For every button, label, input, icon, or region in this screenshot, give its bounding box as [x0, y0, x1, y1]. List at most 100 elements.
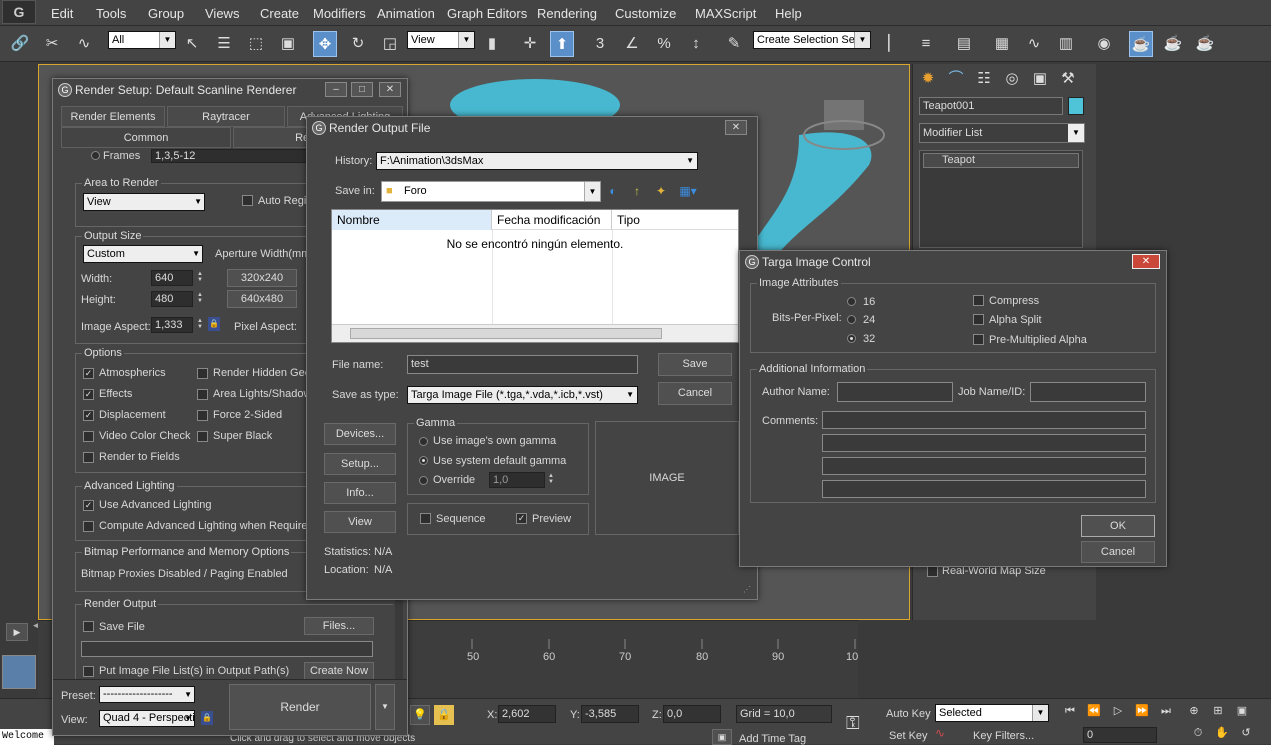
menu-modifiers[interactable]: Modifiers	[313, 6, 366, 21]
go-to-start-icon[interactable]: ⏮	[1058, 701, 1082, 721]
job-name-field[interactable]	[1030, 382, 1146, 402]
layer-manager-icon[interactable]: ▤	[952, 31, 976, 57]
current-frame[interactable]: 0	[1083, 727, 1157, 743]
width-field[interactable]: 640	[151, 270, 193, 286]
option-checkbox[interactable]	[83, 452, 94, 463]
reference-coordinate-system[interactable]: View ▼	[407, 31, 475, 49]
use-advanced-lighting-checkbox[interactable]: ✓	[83, 500, 94, 511]
object-color-swatch[interactable]	[1068, 97, 1084, 115]
set-key-button[interactable]: Set Key	[889, 730, 928, 742]
time-tag-icon[interactable]: ▣	[712, 729, 732, 745]
cancel-button[interactable]: Cancel	[1081, 541, 1155, 563]
z-coordinate[interactable]: 0,0	[663, 705, 721, 723]
put-image-list-checkbox[interactable]	[83, 666, 94, 677]
option-checkbox[interactable]: ✓	[83, 410, 94, 421]
schematic-view-icon[interactable]: ▥	[1054, 31, 1078, 57]
zoom-all-icon[interactable]: ⊞	[1206, 701, 1230, 721]
named-selection-sets[interactable]: Create Selection Se ▼	[753, 31, 871, 49]
frames-radio[interactable]	[91, 151, 100, 160]
create-tab-icon[interactable]: ✹	[916, 66, 940, 92]
option-checkbox[interactable]: ✓	[83, 368, 94, 379]
key-filters-button[interactable]: Key Filters...	[973, 730, 1034, 742]
material-editor-icon[interactable]: ◉	[1092, 31, 1116, 57]
pan-icon[interactable]: ✋	[1210, 723, 1234, 743]
maximize-icon[interactable]: □	[351, 82, 373, 97]
object-name-field[interactable]: Teapot001	[919, 97, 1063, 115]
mirror-icon[interactable]: ▏	[882, 31, 906, 57]
menu-group[interactable]: Group	[148, 6, 184, 21]
devices-button[interactable]: Devices...	[324, 423, 396, 445]
manipulate-icon[interactable]: ✛	[518, 31, 542, 57]
auto-key-button[interactable]: Auto Key	[886, 708, 931, 720]
orbit-icon[interactable]: ↺	[1234, 723, 1258, 743]
hierarchy-tab-icon[interactable]: ☷	[972, 66, 996, 92]
tab-render-elements[interactable]: Render Elements	[61, 106, 165, 127]
menu-help[interactable]: Help	[775, 6, 802, 21]
previous-frame-icon[interactable]: ⏪	[1082, 701, 1106, 721]
utilities-tab-icon[interactable]: ⚒	[1056, 66, 1080, 92]
next-frame-icon[interactable]: ⏩	[1130, 701, 1154, 721]
snaps-toggle-icon[interactable]: 3	[588, 31, 612, 57]
override-gamma-spinner[interactable]: ▲ ▼	[546, 473, 556, 485]
resize-grip-icon[interactable]: ⋰	[743, 585, 751, 594]
display-tab-icon[interactable]: ▣	[1028, 66, 1052, 92]
play-icon[interactable]: ▷	[1106, 701, 1130, 721]
override-gamma-radio[interactable]	[419, 476, 428, 485]
pivot-center-icon[interactable]: ▮	[480, 31, 504, 57]
preset-320x240-button[interactable]: 320x240	[227, 269, 297, 287]
create-now-button[interactable]: Create Now	[304, 662, 374, 680]
view-menu-icon[interactable]: ▦▾	[675, 181, 701, 201]
tab-raytracer[interactable]: Raytracer	[167, 106, 285, 127]
targa-titlebar[interactable]: G Targa Image Control ✕	[740, 251, 1166, 273]
save-file-checkbox[interactable]	[83, 621, 94, 632]
output-path-field[interactable]	[81, 641, 373, 657]
view-button[interactable]: View	[324, 511, 396, 533]
preview-checkbox[interactable]: ✓	[516, 513, 527, 524]
save-as-type-combo[interactable]: Targa Image File (*.tga,*.vda,*.icb,*.vs…	[407, 386, 638, 404]
selection-lock-icon[interactable]: 🔒	[434, 705, 454, 725]
column-fecha[interactable]: Fecha modificación	[492, 210, 612, 230]
render-hidden-checkbox[interactable]	[197, 368, 208, 379]
width-spinner[interactable]: ▲ ▼	[195, 271, 205, 283]
maxscript-mini-listener[interactable]: Welcome	[0, 729, 54, 745]
select-by-name-icon[interactable]: ☰	[212, 31, 236, 57]
menu-graph-editors[interactable]: Graph Editors	[447, 6, 527, 21]
keyboard-shortcut-icon[interactable]: ⬆	[550, 31, 574, 57]
aspect-lock-icon[interactable]: 🔒	[208, 317, 220, 331]
override-gamma-field[interactable]: 1,0	[489, 472, 545, 488]
menu-rendering[interactable]: Rendering	[537, 6, 597, 21]
save-button[interactable]: Save	[658, 353, 732, 376]
image-aspect-spinner[interactable]: ▲ ▼	[195, 318, 205, 330]
system-gamma-radio[interactable]	[419, 456, 428, 465]
menu-create[interactable]: Create	[260, 6, 299, 21]
key-icon[interactable]: ⚿	[846, 713, 860, 734]
render-setup-titlebar[interactable]: G Render Setup: Default Scanline Rendere…	[53, 79, 407, 101]
preset-combo[interactable]: ------------------- ▼	[99, 686, 195, 703]
menu-animation[interactable]: Animation	[377, 6, 435, 21]
minimize-icon[interactable]: –	[325, 82, 347, 97]
go-to-end-icon[interactable]: ⏭	[1154, 701, 1178, 721]
image-aspect-field[interactable]: 1,333	[151, 317, 193, 333]
rendered-frame-window-icon[interactable]: ☕	[1161, 31, 1185, 57]
save-in-combo[interactable]: ■ Foro ▼	[381, 181, 601, 202]
view-lock-icon[interactable]: 🔒	[201, 711, 213, 725]
menu-maxscript[interactable]: MAXScript	[695, 6, 756, 21]
comment-line-field[interactable]	[822, 480, 1146, 498]
add-time-tag[interactable]: Add Time Tag	[739, 733, 806, 745]
render-dropdown-icon[interactable]: ▼	[375, 684, 395, 730]
option-checkbox[interactable]	[83, 431, 94, 442]
super-black-checkbox[interactable]	[197, 431, 208, 442]
render-setup-icon[interactable]: ☕	[1129, 31, 1153, 57]
author-name-field[interactable]	[837, 382, 953, 402]
close-icon[interactable]: ✕	[725, 120, 747, 135]
isolate-icon[interactable]: 💡	[410, 705, 430, 725]
comment-line-field[interactable]	[822, 411, 1146, 429]
area-lights-checkbox[interactable]	[197, 389, 208, 400]
premultiplied-alpha-checkbox[interactable]	[973, 334, 984, 345]
column-tipo[interactable]: Tipo	[612, 210, 738, 230]
x-coordinate[interactable]: 2,602	[498, 705, 556, 723]
graphite-tools-icon[interactable]: ▦	[990, 31, 1014, 57]
motion-tab-icon[interactable]: ◎	[1000, 66, 1024, 92]
bind-spacewarp-icon[interactable]: ∿	[72, 31, 96, 57]
menu-views[interactable]: Views	[205, 6, 239, 21]
